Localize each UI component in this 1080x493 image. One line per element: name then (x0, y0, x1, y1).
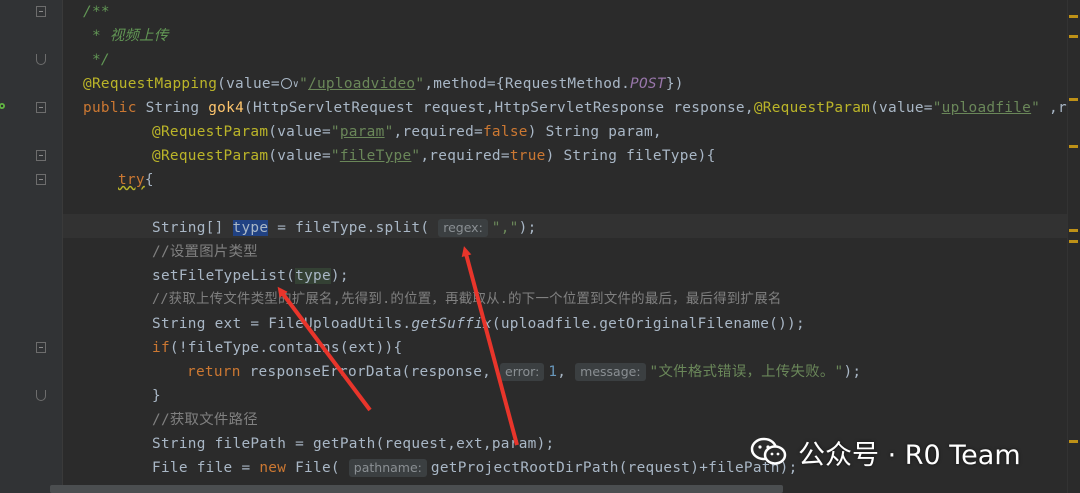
watermark-text: 公众号 · R0 Team (798, 439, 1021, 471)
red-arrow (277, 286, 372, 412)
wechat-icon (750, 437, 787, 465)
annotation-arrows (277, 246, 519, 446)
watermark: 公众号 · R0 Team (750, 432, 1021, 472)
red-arrow (461, 246, 519, 446)
